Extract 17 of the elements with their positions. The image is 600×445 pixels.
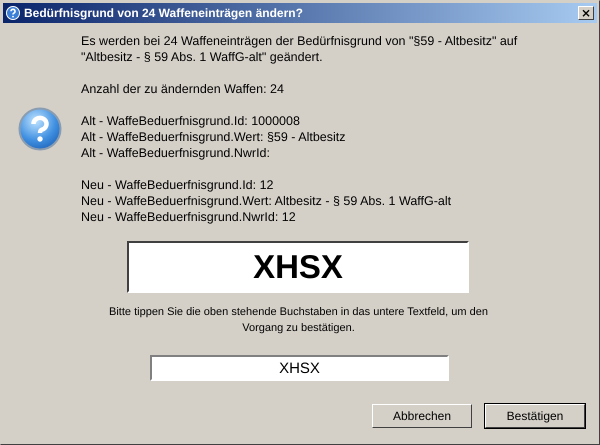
dialog-button[interactable]: Abbrechen (372, 404, 472, 428)
instruction-text: Bitte tippen Sie die oben stehende Buchstaben in das untere Textfeld, um den Vorgang zu bestätigen. (108, 305, 489, 336)
confirmation-input[interactable]: XHSX (150, 355, 449, 381)
window-title: Bedürfnisgrund von 24 Waffeneinträgen ändern? (24, 6, 304, 20)
message-line: Neu - WaffeBeduerfnisgrund.Id: 12 (81, 177, 274, 193)
close-button[interactable]: × (578, 6, 594, 20)
message-line: Neu - WaffeBeduerfnisgrund.NwrId: 12 (81, 209, 297, 225)
message-line: Alt - WaffeBeduerfnisgrund.Wert: §59 - Altbesitz (81, 129, 346, 145)
dialog-button[interactable]: Bestätigen (485, 404, 585, 428)
captcha-code: XHSX (127, 241, 469, 293)
message-text: Anzahl der zu ändernden Waffen: 24 (81, 81, 285, 97)
message-line: Alt - WaffeBeduerfnisgrund.Id: 1000008 (81, 113, 301, 129)
message-line: Alt - WaffeBeduerfnisgrund.NwrId: (81, 145, 271, 161)
question-icon (6, 6, 20, 20)
message-text: Es werden bei 24 Waffeneinträgen der Bedürfnisgrund von "§59 - Altbesitz" auf "Altbesitz - § 59 Abs. 1 WaffG-alt" geändert. (81, 33, 518, 65)
message-line: Neu - WaffeBeduerfnisgrund.Wert: Altbesitz - § 59 Abs. 1 WaffG-alt (81, 193, 452, 209)
question-icon (18, 107, 62, 151)
